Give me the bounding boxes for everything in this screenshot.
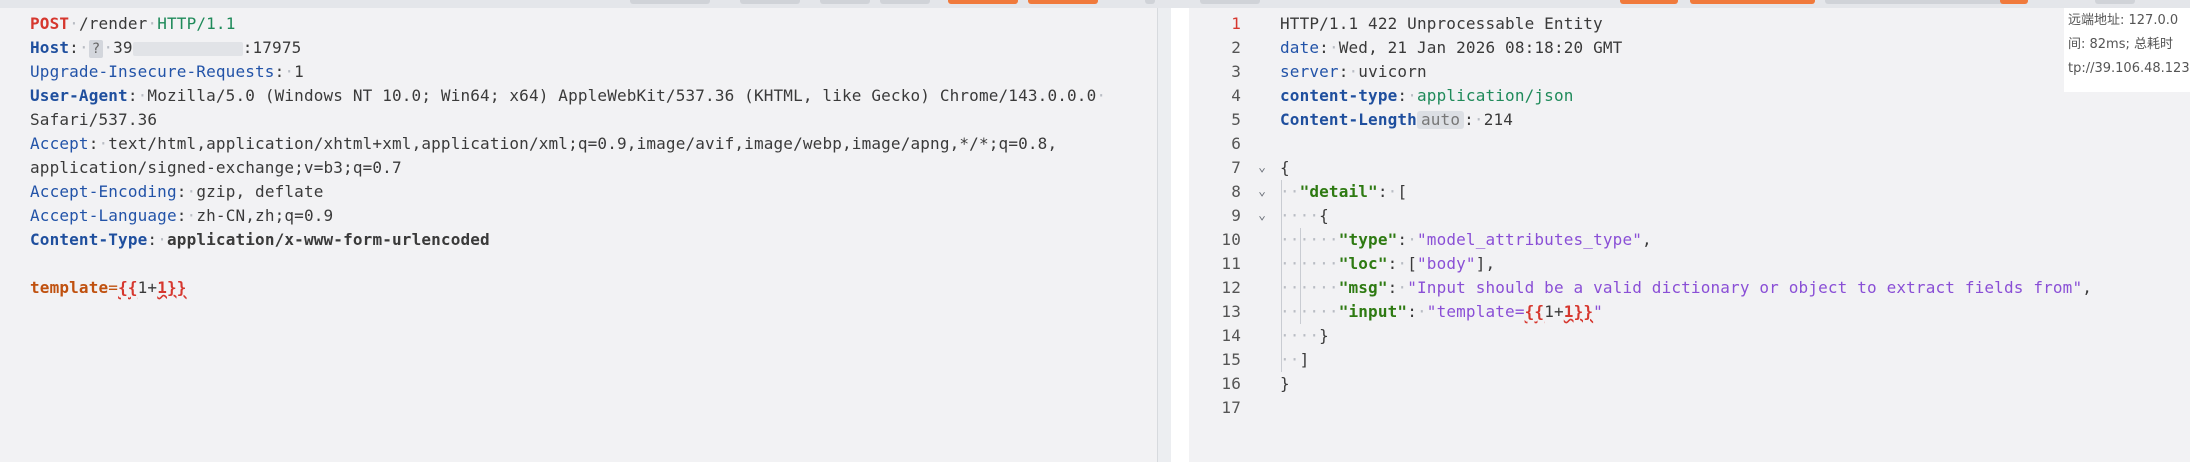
json-line: { bbox=[1280, 158, 1290, 177]
redacted-block bbox=[132, 41, 243, 56]
json-line: ····} bbox=[1280, 326, 1329, 345]
line-number: 14 bbox=[1221, 326, 1241, 345]
toolbar-input[interactable] bbox=[1825, 0, 2015, 4]
json-line: ······"input":·"template={{1+1}}" bbox=[1280, 302, 1603, 321]
request-header-upgrade: Upgrade-Insecure-Requests:·1 bbox=[30, 62, 304, 81]
line-number: 2 bbox=[1231, 38, 1241, 57]
request-scrollbar[interactable] bbox=[1157, 8, 1172, 462]
toolbar-button[interactable] bbox=[1145, 0, 1155, 4]
response-status-line: HTTP/1.1 422 Unprocessable Entity bbox=[1280, 14, 1603, 33]
auto-badge[interactable]: auto bbox=[1416, 111, 1465, 129]
request-header-accept-cont: application/signed-exchange;v=b3;q=0.7 bbox=[30, 158, 402, 177]
line-number: 1 bbox=[1231, 14, 1241, 33]
line-number: 9 bbox=[1231, 206, 1241, 225]
response-header-date: date:·Wed, 21 Jan 2026 08:18:20 GMT bbox=[1280, 38, 1623, 57]
toolbar-button[interactable] bbox=[1690, 0, 1815, 4]
url-label: tp://39.106.48.123: bbox=[2068, 61, 2190, 76]
toolbar-button[interactable] bbox=[630, 0, 710, 4]
json-line: ··"detail":·[ bbox=[1280, 182, 1408, 201]
request-header-user-agent: User-Agent:·Mozilla/5.0 (Windows NT 10.0… bbox=[30, 86, 1107, 105]
line-number: 11 bbox=[1221, 254, 1241, 273]
request-header-accept-language: Accept-Language:·zh-CN,zh;q=0.9 bbox=[30, 206, 334, 225]
json-line: ··] bbox=[1280, 350, 1310, 369]
toolbar-button[interactable] bbox=[1200, 0, 1260, 4]
toolbar-button[interactable] bbox=[880, 0, 930, 4]
line-number: 3 bbox=[1231, 62, 1241, 81]
chevron-down-icon[interactable]: ⌄ bbox=[1254, 204, 1270, 228]
redaction-mark: ? bbox=[88, 40, 104, 58]
toolbar-button[interactable] bbox=[1620, 0, 1678, 4]
toolbar-button[interactable] bbox=[740, 0, 800, 4]
json-line: ····{ bbox=[1280, 206, 1329, 225]
json-line: } bbox=[1280, 374, 1290, 393]
line-number: 10 bbox=[1221, 230, 1241, 249]
json-line: ······"type":·"model_attributes_type", bbox=[1280, 230, 1652, 249]
toolbar-button[interactable] bbox=[2000, 0, 2028, 4]
request-header-content-type: Content-Type:·application/x-www-form-url… bbox=[30, 230, 490, 249]
line-number: 13 bbox=[1221, 302, 1241, 321]
response-header-server: server:·uvicorn bbox=[1280, 62, 1427, 81]
line-number: 17 bbox=[1221, 398, 1241, 417]
line-number: 5 bbox=[1231, 110, 1241, 129]
chevron-down-icon[interactable]: ⌄ bbox=[1254, 156, 1270, 180]
toolbar-strip bbox=[0, 0, 2190, 8]
line-number: 7 bbox=[1231, 158, 1241, 177]
line-number: 15 bbox=[1221, 350, 1241, 369]
toolbar-button[interactable] bbox=[1028, 0, 1098, 4]
response-header-content-length: Content-Length auto:·214 bbox=[1280, 110, 1514, 129]
toolbar-button[interactable] bbox=[2095, 0, 2135, 4]
line-number: 16 bbox=[1221, 374, 1241, 393]
response-header-content-type: content-type:·application/json bbox=[1280, 86, 1574, 105]
json-line: ······"msg":·"Input should be a valid di… bbox=[1280, 278, 2093, 297]
chevron-down-icon[interactable]: ⌄ bbox=[1254, 180, 1270, 204]
json-line: ······"loc":·["body"], bbox=[1280, 254, 1496, 273]
request-header-accept-encoding: Accept-Encoding:·gzip, deflate bbox=[30, 182, 324, 201]
request-header-user-agent-cont: Safari/537.36 bbox=[30, 110, 158, 129]
request-line: POST·/render·HTTP/1.1 bbox=[30, 14, 236, 33]
request-body: template={{1+1}} bbox=[30, 278, 187, 297]
line-number: 8 bbox=[1231, 182, 1241, 201]
line-number: 4 bbox=[1231, 86, 1241, 105]
request-header-host: Host:·? ·39:17975 bbox=[30, 38, 302, 58]
side-info-panel: 远端地址: 127.0.0 间: 82ms; 总耗时 tp://39.106.4… bbox=[2064, 8, 2190, 92]
line-number: 12 bbox=[1221, 278, 1241, 297]
remote-address-label: 远端地址: 127.0.0 bbox=[2068, 13, 2179, 28]
toolbar-button[interactable] bbox=[948, 0, 1018, 4]
timing-label: 间: 82ms; 总耗时 bbox=[2068, 37, 2174, 52]
request-header-accept: Accept:·text/html,application/xhtml+xml,… bbox=[30, 134, 1058, 153]
toolbar-button[interactable] bbox=[820, 0, 870, 4]
line-number: 6 bbox=[1231, 134, 1241, 153]
